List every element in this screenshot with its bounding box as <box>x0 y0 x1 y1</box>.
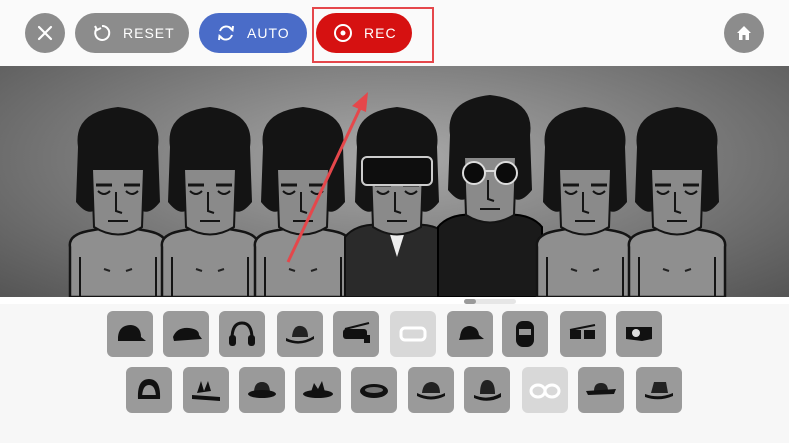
tile-fedora[interactable] <box>277 311 323 357</box>
auto-icon <box>215 22 237 44</box>
character-2[interactable] <box>160 105 260 297</box>
reset-label: RESET <box>123 25 175 41</box>
tile-headphones[interactable] <box>219 311 265 357</box>
bucket-cap-icon <box>459 326 484 340</box>
tile-glasses-outline[interactable] <box>522 367 568 413</box>
tile-goggles[interactable] <box>333 311 379 357</box>
round-hat-icon <box>360 384 388 398</box>
character-1[interactable] <box>68 105 168 297</box>
camera-mask-icon <box>626 327 652 341</box>
record-icon <box>332 22 354 44</box>
headphones-icon <box>229 321 255 346</box>
home-icon <box>737 26 751 40</box>
hood-icon <box>137 379 161 399</box>
reset-button[interactable]: RESET <box>75 13 189 53</box>
tile-round-hat[interactable] <box>351 367 397 413</box>
tile-helmet[interactable] <box>502 311 548 357</box>
trilby-icon <box>645 382 673 400</box>
close-button[interactable] <box>25 13 65 53</box>
characters-scene <box>68 92 727 297</box>
tile-tall-hat[interactable] <box>464 367 510 413</box>
glasses-outline-icon <box>529 383 561 399</box>
character-3[interactable] <box>253 105 353 297</box>
character-5[interactable] <box>437 93 543 297</box>
rec-button[interactable]: REC <box>316 13 412 53</box>
goggles-icon <box>343 322 370 343</box>
character-7[interactable] <box>627 105 727 297</box>
cap-icon <box>118 325 146 341</box>
tile-camera-mask[interactable] <box>616 311 662 357</box>
wide-brim-icon <box>586 383 616 395</box>
bowler-icon <box>248 382 276 398</box>
tile-cap[interactable] <box>107 311 153 357</box>
sound-icon-tray <box>0 304 789 443</box>
spiky-hat-icon <box>303 381 333 398</box>
rec-label: REC <box>364 25 397 41</box>
tile-bucket-cap[interactable] <box>447 311 493 357</box>
character-6[interactable] <box>535 105 635 297</box>
tile-visor-outline[interactable] <box>390 311 436 357</box>
derby-icon <box>417 382 445 400</box>
auto-label: AUTO <box>247 25 290 41</box>
tile-derby[interactable] <box>408 367 454 413</box>
fedora-icon <box>286 325 314 344</box>
reset-icon <box>91 22 113 44</box>
tile-bowler[interactable] <box>239 367 285 413</box>
tile-shades[interactable] <box>560 311 606 357</box>
close-icon <box>37 25 53 41</box>
tile-trilby[interactable] <box>636 367 682 413</box>
character-stage <box>0 66 789 297</box>
auto-button[interactable]: AUTO <box>199 13 307 53</box>
tile-wide-brim[interactable] <box>578 367 624 413</box>
home-button[interactable] <box>724 13 764 53</box>
helmet-icon <box>516 321 534 347</box>
flat-cap-icon <box>173 327 202 341</box>
shades-icon <box>569 324 596 339</box>
tile-crown-band[interactable] <box>183 367 229 413</box>
tile-hood[interactable] <box>126 367 172 413</box>
crown-band-icon <box>192 381 220 401</box>
character-4[interactable] <box>344 105 450 297</box>
top-toolbar: RESET AUTO REC <box>0 0 789 66</box>
tile-flat-cap[interactable] <box>163 311 209 357</box>
tile-spiky-hat[interactable] <box>295 367 341 413</box>
tall-hat-icon <box>474 379 501 401</box>
visor-outline-icon <box>399 326 427 342</box>
